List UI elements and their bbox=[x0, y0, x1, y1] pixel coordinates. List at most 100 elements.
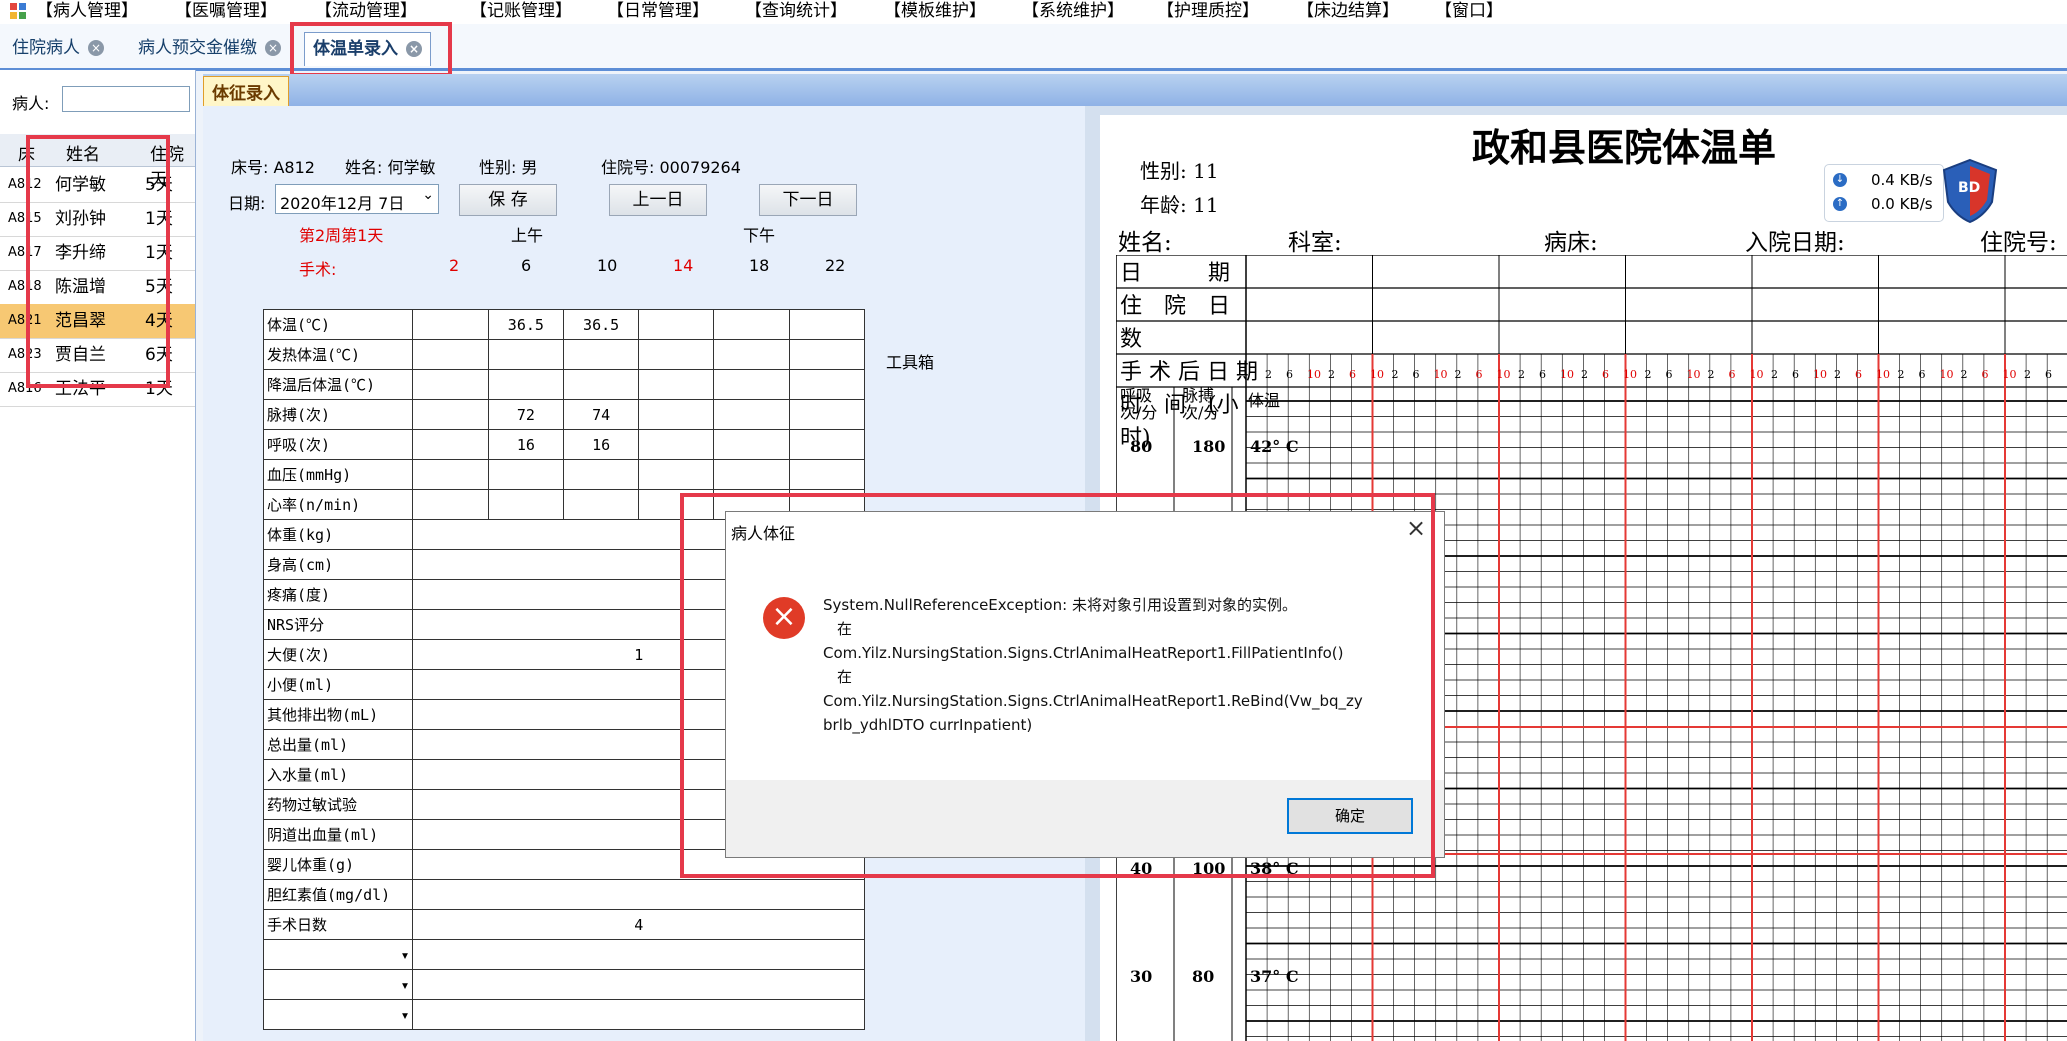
chevron-down-icon[interactable]: ▾ bbox=[262, 969, 414, 1000]
hour-tick: 6 bbox=[1286, 368, 1293, 381]
menu-nursing-qc[interactable]: 【护理质控】 bbox=[1157, 0, 1259, 24]
hour-tick: 2 bbox=[1834, 368, 1841, 381]
upload-speed: 0.0 KB/s bbox=[1871, 195, 1933, 213]
daily-value[interactable] bbox=[412, 999, 865, 1030]
date-picker[interactable]: 2020年12月 7日 ⌄ bbox=[275, 184, 439, 214]
vital-cell[interactable] bbox=[788, 369, 866, 400]
daily-label: 身高(cm) bbox=[262, 549, 414, 580]
vital-cell[interactable] bbox=[562, 369, 640, 400]
vital-cell[interactable] bbox=[412, 369, 489, 400]
shield-badge-text: BD bbox=[1958, 180, 1981, 196]
empty-dropdown-row: ▾ bbox=[262, 939, 865, 970]
scale-pulse: 180 bbox=[1192, 437, 1226, 456]
menu-query-stats[interactable]: 【查询统计】 bbox=[745, 0, 847, 24]
vital-cell[interactable] bbox=[638, 369, 715, 400]
daily-value[interactable] bbox=[412, 939, 865, 970]
vital-cell[interactable] bbox=[412, 459, 489, 490]
vital-cell[interactable] bbox=[788, 339, 866, 370]
menu-system-maint[interactable]: 【系统维护】 bbox=[1022, 0, 1124, 24]
daily-label: 手术日数 bbox=[262, 909, 414, 940]
vital-cell[interactable] bbox=[788, 309, 866, 340]
menu-daily-mgmt[interactable]: 【日常管理】 bbox=[607, 0, 709, 24]
vital-cell[interactable] bbox=[788, 399, 866, 430]
vital-cell[interactable] bbox=[638, 459, 715, 490]
vital-cell[interactable] bbox=[562, 489, 640, 520]
vital-cell[interactable] bbox=[562, 339, 640, 370]
vital-cell[interactable] bbox=[713, 459, 790, 490]
vital-cell[interactable] bbox=[412, 399, 489, 430]
vital-cell[interactable] bbox=[487, 369, 564, 400]
hour-tick: 6 bbox=[1728, 368, 1736, 381]
menu-bedside-settle[interactable]: 【床边结算】 bbox=[1297, 0, 1399, 24]
vital-cell[interactable] bbox=[412, 339, 489, 370]
prev-day-button[interactable]: 上一日 bbox=[609, 184, 707, 216]
vital-cell[interactable]: 74 bbox=[562, 399, 640, 430]
toolbox-label: 工具箱 bbox=[886, 353, 935, 372]
vital-cell[interactable] bbox=[562, 459, 640, 490]
patient-search-input[interactable] bbox=[62, 86, 190, 112]
tab-label: 住院病人 bbox=[12, 38, 80, 58]
section-title-tab[interactable]: 体征录入 bbox=[203, 76, 289, 107]
daily-value[interactable] bbox=[412, 879, 865, 910]
vital-cell[interactable] bbox=[713, 309, 790, 340]
vital-cell[interactable] bbox=[713, 369, 790, 400]
download-speed: 0.4 KB/s bbox=[1871, 171, 1933, 189]
scale-temp: 37° C bbox=[1250, 967, 1299, 986]
menu-order-mgmt[interactable]: 【医嘱管理】 bbox=[175, 0, 277, 24]
tab-deposit-reminder[interactable]: 病人预交金催缴 × bbox=[138, 32, 281, 65]
vital-cell[interactable] bbox=[638, 399, 715, 430]
date-label: 日期: bbox=[228, 194, 266, 213]
vital-cell[interactable]: 36.5 bbox=[562, 309, 640, 340]
vital-cell[interactable] bbox=[713, 399, 790, 430]
save-button[interactable]: 保 存 bbox=[459, 184, 557, 216]
time-row: 2 6 10 2 6 10 2 6 10 2 6 10 2 6 10 2 6 10 2 6 10 2 6 10 2 6 10 2 6 10… bbox=[1261, 362, 2067, 392]
close-icon[interactable]: × bbox=[88, 40, 104, 56]
vital-cell[interactable] bbox=[412, 489, 489, 520]
vital-cell[interactable]: 72 bbox=[487, 399, 564, 430]
report-title: 政和县医院体温单 bbox=[1472, 125, 1777, 170]
vital-cell[interactable] bbox=[638, 429, 715, 460]
vital-cell[interactable] bbox=[788, 429, 866, 460]
menu-billing-mgmt[interactable]: 【记账管理】 bbox=[470, 0, 572, 24]
network-speed-widget[interactable]: ↓ 0.4 KB/s ↑ 0.0 KB/s bbox=[1824, 164, 1944, 222]
daily-value[interactable] bbox=[412, 969, 865, 1000]
vital-cell[interactable] bbox=[788, 459, 866, 490]
vital-cell[interactable] bbox=[412, 309, 489, 340]
hour-label: 2 bbox=[449, 256, 460, 275]
patient-label: 病人: bbox=[12, 94, 50, 113]
vital-cell[interactable] bbox=[487, 339, 564, 370]
report-bed-label: 病床: bbox=[1544, 230, 1598, 256]
menu-window[interactable]: 【窗口】 bbox=[1435, 0, 1503, 24]
vital-cell[interactable]: 36.5 bbox=[487, 309, 564, 340]
vital-cell[interactable] bbox=[638, 309, 715, 340]
vital-cell[interactable] bbox=[713, 429, 790, 460]
daily-label: 药物过敏试验 bbox=[262, 789, 414, 820]
highlight-box bbox=[680, 493, 1435, 878]
daily-value[interactable]: 4 bbox=[412, 909, 865, 940]
col-respiration: 呼吸 次/分 bbox=[1120, 386, 1158, 422]
row-date: 日 期 bbox=[1120, 261, 1231, 286]
row-post-op-days: 手 术 后 日 期 bbox=[1120, 360, 1258, 385]
shield-icon[interactable]: BD bbox=[1942, 158, 1998, 224]
hour-tick: 2 bbox=[1644, 368, 1652, 381]
vital-cell[interactable] bbox=[487, 459, 564, 490]
hour-tick: 6 bbox=[1349, 368, 1356, 381]
hour-tick: 10 bbox=[1939, 368, 1954, 381]
chevron-down-icon[interactable]: ▾ bbox=[262, 939, 414, 970]
menu-template-maint[interactable]: 【模板维护】 bbox=[884, 0, 986, 24]
vital-cell[interactable] bbox=[412, 429, 489, 460]
vital-cell[interactable] bbox=[713, 339, 790, 370]
vital-cell[interactable]: 16 bbox=[487, 429, 564, 460]
vital-cell[interactable] bbox=[487, 489, 564, 520]
vital-cell[interactable] bbox=[638, 339, 715, 370]
hour-tick: 10 bbox=[1686, 368, 1701, 381]
close-icon[interactable]: × bbox=[265, 40, 281, 56]
chevron-down-icon[interactable]: ▾ bbox=[262, 999, 414, 1030]
menu-patient-mgmt[interactable]: 【病人管理】 bbox=[36, 0, 138, 24]
menu-flow-mgmt[interactable]: 【流动管理】 bbox=[315, 0, 417, 24]
empty-dropdown-row: ▾ bbox=[262, 999, 865, 1030]
vital-label: 降温后体温(℃) bbox=[262, 369, 414, 400]
vital-cell[interactable]: 16 bbox=[562, 429, 640, 460]
tab-inpatients[interactable]: 住院病人 × bbox=[12, 32, 104, 65]
next-day-button[interactable]: 下一日 bbox=[759, 184, 857, 216]
